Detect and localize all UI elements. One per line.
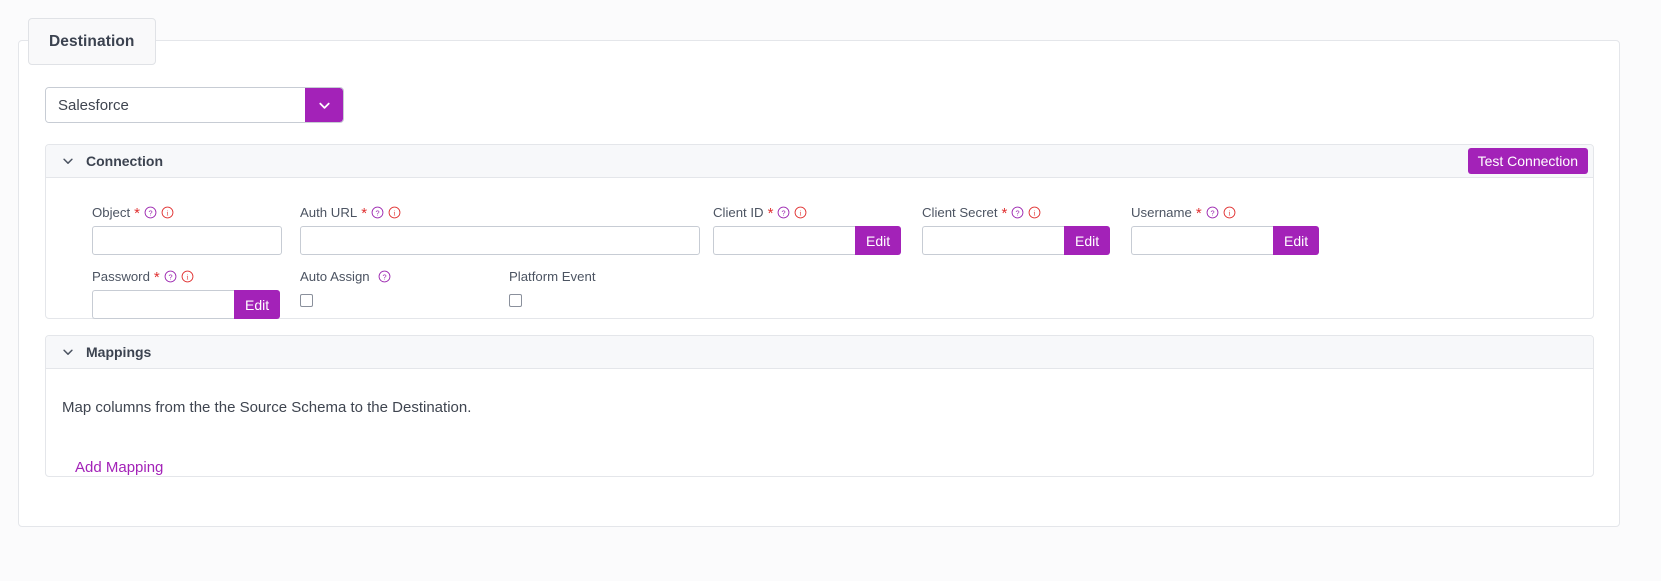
field-username-label-text: Username bbox=[1131, 204, 1192, 220]
field-client-id: Client ID * ? i Edit bbox=[713, 204, 902, 255]
field-auth-url-input-row bbox=[300, 226, 700, 255]
field-client-secret-input-row: Edit bbox=[922, 226, 1111, 255]
svg-text:?: ? bbox=[1016, 208, 1020, 217]
password-edit-button[interactable]: Edit bbox=[234, 290, 281, 319]
client-id-input[interactable] bbox=[713, 226, 855, 255]
field-platform-event-label: Platform Event bbox=[509, 268, 596, 284]
destination-select[interactable]: Salesforce bbox=[45, 87, 344, 123]
info-circle-icon[interactable]: i bbox=[388, 206, 401, 219]
connection-section-header[interactable]: Connection Test Connection bbox=[46, 145, 1593, 178]
question-circle-icon[interactable]: ? bbox=[164, 270, 177, 283]
required-asterisk: * bbox=[134, 205, 140, 222]
question-circle-icon[interactable]: ? bbox=[144, 206, 157, 219]
field-password-input-row: Edit bbox=[92, 290, 281, 319]
info-circle-icon[interactable]: i bbox=[794, 206, 807, 219]
field-password-label-text: Password bbox=[92, 268, 150, 284]
question-circle-icon[interactable]: ? bbox=[1011, 206, 1024, 219]
client-id-edit-button[interactable]: Edit bbox=[855, 226, 902, 255]
required-asterisk: * bbox=[1001, 205, 1008, 222]
field-object: Object * ? i bbox=[92, 204, 282, 255]
field-object-label-text: Object bbox=[92, 204, 131, 220]
connection-section-title: Connection bbox=[86, 153, 163, 169]
field-object-input-row bbox=[92, 226, 282, 255]
info-circle-icon[interactable]: i bbox=[1028, 206, 1041, 219]
svg-text:?: ? bbox=[1210, 208, 1214, 217]
field-auto-assign-label: Auto Assign ? bbox=[300, 268, 391, 284]
field-username-label: Username * ? i bbox=[1131, 204, 1319, 222]
required-asterisk: * bbox=[1195, 205, 1202, 222]
svg-text:i: i bbox=[186, 272, 188, 281]
required-asterisk: * bbox=[767, 205, 774, 222]
tab-destination-label: Destination bbox=[49, 32, 135, 50]
chevron-down-icon[interactable] bbox=[60, 153, 76, 169]
svg-text:?: ? bbox=[382, 272, 386, 281]
password-input[interactable] bbox=[92, 290, 234, 319]
svg-text:i: i bbox=[394, 208, 396, 217]
destination-config-page: Destination Salesforce Connection Test C… bbox=[0, 0, 1661, 581]
svg-text:?: ? bbox=[168, 272, 172, 281]
field-client-id-label: Client ID * ? i bbox=[713, 204, 901, 222]
connection-section: Connection Test Connection Object * ? i … bbox=[45, 144, 1594, 319]
field-platform-event-label-text: Platform Event bbox=[509, 268, 596, 284]
field-auth-url: Auth URL * ? i bbox=[300, 204, 700, 255]
required-asterisk: * bbox=[361, 205, 368, 222]
svg-text:i: i bbox=[1228, 208, 1230, 217]
field-username-input-row: Edit bbox=[1131, 226, 1320, 255]
field-client-secret-label: Client Secret * ? i bbox=[922, 204, 1110, 222]
question-circle-icon[interactable]: ? bbox=[371, 206, 384, 219]
field-password: Password * ? i Edit bbox=[92, 268, 281, 319]
svg-text:i: i bbox=[800, 208, 802, 217]
destination-panel: Salesforce Connection Test Connection Ob… bbox=[18, 40, 1620, 527]
field-client-secret-label-text: Client Secret bbox=[922, 204, 998, 220]
field-auth-url-label: Auth URL * ? i bbox=[300, 204, 700, 222]
svg-text:i: i bbox=[1034, 208, 1036, 217]
destination-select-value: Salesforce bbox=[46, 88, 305, 122]
test-connection-button[interactable]: Test Connection bbox=[1467, 148, 1588, 174]
svg-text:?: ? bbox=[782, 208, 786, 217]
chevron-down-icon[interactable] bbox=[60, 344, 76, 360]
mappings-description: Map columns from the the Source Schema t… bbox=[62, 399, 472, 416]
svg-text:?: ? bbox=[148, 208, 152, 217]
client-secret-input[interactable] bbox=[922, 226, 1064, 255]
info-circle-icon[interactable]: i bbox=[161, 206, 174, 219]
question-circle-icon[interactable]: ? bbox=[1206, 206, 1219, 219]
field-password-label: Password * ? i bbox=[92, 268, 280, 286]
field-object-label: Object * ? i bbox=[92, 204, 282, 222]
info-circle-icon[interactable]: i bbox=[1223, 206, 1236, 219]
username-input[interactable] bbox=[1131, 226, 1273, 255]
required-asterisk: * bbox=[153, 269, 160, 286]
question-circle-icon[interactable]: ? bbox=[378, 270, 391, 283]
field-auto-assign: Auto Assign ? bbox=[300, 268, 391, 307]
svg-text:i: i bbox=[166, 208, 168, 217]
mappings-section-title: Mappings bbox=[86, 344, 152, 360]
field-auto-assign-label-text: Auto Assign bbox=[300, 268, 370, 284]
object-input[interactable] bbox=[92, 226, 282, 255]
username-edit-button[interactable]: Edit bbox=[1273, 226, 1320, 255]
tab-destination[interactable]: Destination bbox=[28, 18, 156, 65]
tab-strip: Destination bbox=[28, 18, 156, 65]
field-client-id-label-text: Client ID bbox=[713, 204, 764, 220]
client-secret-edit-button[interactable]: Edit bbox=[1064, 226, 1111, 255]
add-mapping-link[interactable]: Add Mapping bbox=[75, 459, 163, 476]
field-username: Username * ? i Edit bbox=[1131, 204, 1320, 255]
chevron-down-icon[interactable] bbox=[305, 88, 343, 122]
mappings-body: Map columns from the the Source Schema t… bbox=[46, 369, 1593, 476]
question-circle-icon[interactable]: ? bbox=[777, 206, 790, 219]
mappings-section-header[interactable]: Mappings bbox=[46, 336, 1593, 369]
svg-text:?: ? bbox=[376, 208, 380, 217]
info-circle-icon[interactable]: i bbox=[181, 270, 194, 283]
mappings-section: Mappings Map columns from the the Source… bbox=[45, 335, 1594, 477]
platform-event-checkbox[interactable] bbox=[509, 294, 522, 307]
destination-select-row: Salesforce bbox=[45, 87, 344, 123]
field-platform-event: Platform Event bbox=[509, 268, 596, 307]
auto-assign-checkbox[interactable] bbox=[300, 294, 313, 307]
field-auth-url-label-text: Auth URL bbox=[300, 204, 358, 220]
field-client-id-input-row: Edit bbox=[713, 226, 902, 255]
auth-url-input[interactable] bbox=[300, 226, 700, 255]
field-client-secret: Client Secret * ? i Edit bbox=[922, 204, 1111, 255]
